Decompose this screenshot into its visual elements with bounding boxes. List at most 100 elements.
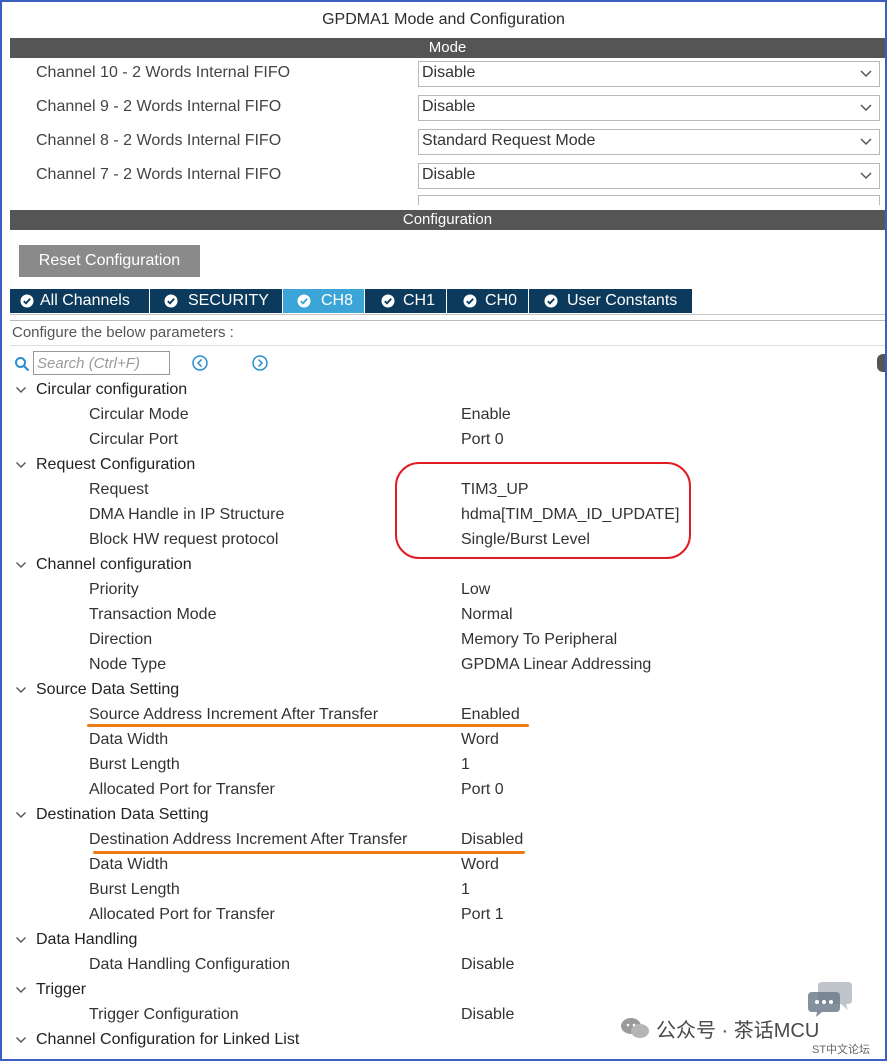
tab-user-constants[interactable]: User Constants: [529, 289, 692, 313]
wechat-icon: [621, 1018, 649, 1038]
param-value[interactable]: Normal: [461, 602, 513, 627]
check-circle-icon: [463, 294, 477, 308]
chevron-down-icon[interactable]: [15, 1034, 27, 1046]
table-row[interactable]: Circular Port Port 0: [2, 427, 885, 452]
check-circle-icon: [297, 294, 311, 308]
chevron-down-icon[interactable]: [15, 459, 27, 471]
tab-ch8[interactable]: CH8: [283, 289, 365, 313]
table-row[interactable]: Priority Low: [2, 577, 885, 602]
param-value[interactable]: 1: [461, 752, 470, 777]
select-value: Disable: [422, 166, 476, 183]
chevron-down-icon: [860, 70, 872, 78]
tab-security[interactable]: SECURITY: [150, 289, 283, 313]
param-key: Direction: [89, 631, 153, 648]
table-row[interactable]: Burst Length 1: [2, 752, 885, 777]
table-row[interactable]: Transaction Mode Normal: [2, 602, 885, 627]
table-row[interactable]: Direction Memory To Peripheral: [2, 627, 885, 652]
param-key: DMA Handle in IP Structure: [89, 506, 285, 523]
chevron-down-icon: [860, 172, 872, 180]
param-value[interactable]: Disabled: [461, 827, 523, 852]
search-input[interactable]: [33, 351, 170, 375]
param-key: Allocated Port for Transfer: [89, 906, 275, 923]
channel-6-select-partial[interactable]: [418, 195, 880, 205]
param-key: Circular Port: [89, 431, 178, 448]
param-value[interactable]: Port 0: [461, 777, 504, 802]
table-row[interactable]: Circular Mode Enable: [2, 402, 885, 427]
chevron-down-icon[interactable]: [15, 559, 27, 571]
param-value[interactable]: Low: [461, 577, 490, 602]
section-label: Destination Data Setting: [36, 806, 209, 823]
param-value[interactable]: Word: [461, 852, 499, 877]
param-key: Trigger Configuration: [89, 1006, 239, 1023]
tab-label: SECURITY: [188, 292, 269, 309]
table-row[interactable]: Burst Length 1: [2, 877, 885, 902]
param-value[interactable]: GPDMA Linear Addressing: [461, 652, 651, 677]
tree-section-data-handling[interactable]: Data Handling: [2, 927, 885, 952]
param-value[interactable]: Disable: [461, 1002, 514, 1027]
check-circle-icon: [544, 294, 558, 308]
table-row[interactable]: Data Width Word: [2, 727, 885, 752]
tab-label: All Channels: [40, 292, 130, 309]
tab-label: User Constants: [567, 292, 678, 309]
section-label: Channel Configuration for Linked List: [36, 1031, 300, 1048]
divider: [10, 345, 885, 346]
param-key: Circular Mode: [89, 406, 189, 423]
search-icon: [15, 357, 30, 372]
table-row[interactable]: Allocated Port for Transfer Port 0: [2, 777, 885, 802]
mode-row-label: Channel 9 - 2 Words Internal FIFO: [36, 98, 282, 115]
section-label: Data Handling: [36, 931, 138, 948]
chevron-down-icon[interactable]: [15, 684, 27, 696]
tab-label: CH0: [485, 292, 518, 309]
window-title: GPDMA1 Mode and Configuration: [322, 11, 565, 28]
param-key: Data Width: [89, 731, 169, 748]
chevron-down-icon[interactable]: [15, 809, 27, 821]
previous-match-icon[interactable]: [192, 355, 208, 371]
table-row[interactable]: Destination Address Increment After Tran…: [2, 827, 885, 852]
reset-configuration-button[interactable]: Reset Configuration: [19, 245, 200, 277]
section-label: Source Data Setting: [36, 681, 180, 698]
check-circle-icon: [20, 294, 34, 308]
param-key: Allocated Port for Transfer: [89, 781, 275, 798]
red-highlight-annotation: [395, 462, 691, 559]
param-value[interactable]: Memory To Peripheral: [461, 627, 617, 652]
param-key: Block HW request protocol: [89, 531, 279, 548]
chevron-down-icon: [860, 138, 872, 146]
tree-section-source-data[interactable]: Source Data Setting: [2, 677, 885, 702]
channel-10-select[interactable]: Disable: [418, 61, 880, 87]
chevron-down-icon[interactable]: [15, 984, 27, 996]
check-circle-icon: [381, 294, 395, 308]
select-value: Standard Request Mode: [422, 132, 596, 149]
table-row[interactable]: Allocated Port for Transfer Port 1: [2, 902, 885, 927]
tree-section-trigger[interactable]: Trigger: [2, 977, 885, 1002]
param-value[interactable]: Enable: [461, 402, 511, 427]
channel-7-select[interactable]: Disable: [418, 163, 880, 189]
tree-section-circular[interactable]: Circular configuration: [2, 377, 885, 402]
config-tabs: All Channels SECURITY CH8 CH1 CH0 User C…: [10, 289, 885, 314]
table-row[interactable]: Node Type GPDMA Linear Addressing: [2, 652, 885, 677]
watermark-sub: ST中文论坛: [812, 1044, 871, 1056]
tab-ch1[interactable]: CH1: [365, 289, 447, 313]
param-value[interactable]: Port 1: [461, 902, 504, 927]
divider: [10, 320, 885, 321]
table-row[interactable]: Data Handling Configuration Disable: [2, 952, 885, 977]
section-label: Circular configuration: [36, 381, 188, 398]
check-circle-icon: [164, 294, 178, 308]
param-key: Destination Address Increment After Tran…: [89, 831, 408, 848]
param-key: Node Type: [89, 656, 167, 673]
select-value: Disable: [422, 64, 476, 81]
chevron-down-icon[interactable]: [15, 934, 27, 946]
chevron-down-icon[interactable]: [15, 384, 27, 396]
param-value[interactable]: Word: [461, 727, 499, 752]
scrollbar-thumb[interactable]: [877, 354, 885, 372]
channel-9-select[interactable]: Disable: [418, 95, 880, 121]
tab-ch0[interactable]: CH0: [447, 289, 529, 313]
channel-8-select[interactable]: Standard Request Mode: [418, 129, 880, 155]
tree-section-destination-data[interactable]: Destination Data Setting: [2, 802, 885, 827]
watermark-text: 公众号 · 茶话MCU: [656, 1020, 820, 1042]
next-match-icon[interactable]: [252, 355, 268, 371]
param-value[interactable]: Disable: [461, 952, 514, 977]
param-value[interactable]: 1: [461, 877, 470, 902]
param-value[interactable]: Port 0: [461, 427, 504, 452]
tab-all-channels[interactable]: All Channels: [10, 289, 150, 313]
table-row[interactable]: Data Width Word: [2, 852, 885, 877]
